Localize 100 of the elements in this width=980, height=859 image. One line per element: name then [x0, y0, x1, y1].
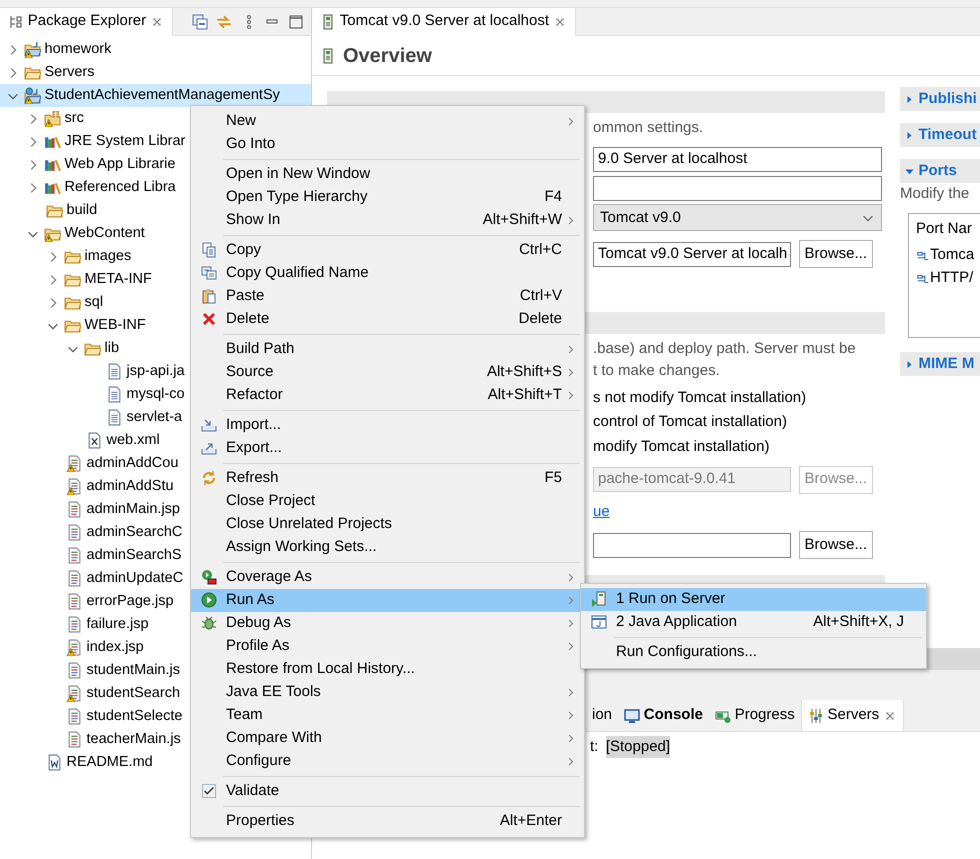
- menu-item[interactable]: Build Path: [191, 338, 584, 361]
- menu-item[interactable]: Copy Ctrl+C: [191, 238, 584, 262]
- menu-item[interactable]: Show In Alt+Shift+W: [191, 208, 584, 232]
- shortcut-label: Alt+Shift+S: [486, 362, 562, 382]
- input-field[interactable]: Tomcat v9.0 Server at localh: [593, 242, 791, 266]
- menu-item[interactable]: Profile As: [191, 634, 584, 658]
- menu-item[interactable]: Paste Ctrl+V: [191, 284, 584, 308]
- view-tab[interactable]: Package Explorer: [0, 8, 173, 36]
- menu-item[interactable]: Copy Qualified Name: [191, 262, 584, 285]
- link[interactable]: ue: [593, 501, 610, 524]
- jsp-file-icon: [66, 524, 83, 541]
- tree-item[interactable]: StudentAchievementManagementSy: [0, 84, 311, 107]
- menu-item[interactable]: Source Alt+Shift+S: [191, 360, 584, 384]
- browse-button[interactable]: Browse...: [798, 531, 874, 559]
- tree-item[interactable]: Servers: [0, 61, 311, 84]
- option-label: s not modify Tomcat installation): [593, 388, 806, 406]
- copy-icon: [200, 265, 216, 282]
- panel-tab[interactable]: Console: [618, 700, 709, 731]
- input-field[interactable]: [593, 532, 791, 558]
- menu-item[interactable]: Coverage As: [191, 566, 584, 589]
- menu-item[interactable]: Team: [191, 704, 584, 727]
- shortcut-label: Delete: [518, 309, 562, 329]
- project-folder-icon: [24, 41, 41, 58]
- shortcut-label: F5: [543, 468, 562, 488]
- menu-item[interactable]: Refactor Alt+Shift+T: [191, 384, 584, 407]
- shortcut-label: Ctrl+V: [518, 286, 562, 306]
- section-toggle[interactable]: Ports: [900, 159, 980, 183]
- menu-item[interactable]: Validate: [191, 780, 584, 803]
- menu-item[interactable]: New: [191, 110, 584, 133]
- refresh-icon: [200, 470, 216, 486]
- menu-item[interactable]: Refresh F5: [191, 466, 584, 490]
- input-field[interactable]: [593, 176, 882, 200]
- table-cell-text: HTTP/: [930, 268, 974, 288]
- file-icon: [106, 386, 123, 403]
- menu-item[interactable]: Run Configurations...: [581, 640, 926, 664]
- section-toggle[interactable]: Publishi: [900, 87, 980, 111]
- xml-file-icon: [86, 432, 103, 449]
- server-run-icon: [590, 591, 606, 608]
- shortcut-label: Alt+Shift+T: [486, 385, 562, 405]
- coverage-icon: [200, 569, 216, 586]
- option-label: modify Tomcat installation): [593, 438, 770, 454]
- jsp-file-icon: [66, 455, 83, 472]
- document-icon: [46, 754, 63, 771]
- collapse-all-icon[interactable]: [192, 14, 208, 30]
- monitor-icon: [624, 708, 640, 724]
- file-icon: [106, 363, 123, 380]
- copy-icon: [200, 242, 216, 258]
- panel-tab[interactable]: ion: [586, 700, 618, 731]
- browse-button[interactable]: Browse...: [798, 240, 874, 268]
- column-header: Port Nar: [916, 218, 973, 239]
- section-toggle[interactable]: Timeout: [900, 123, 980, 147]
- jsp-file-icon: [66, 593, 83, 610]
- package-folder-icon: [44, 110, 61, 127]
- menu-item[interactable]: Delete Delete: [191, 308, 584, 331]
- page-heading: Overview: [343, 44, 432, 68]
- menu-item[interactable]: Open in New Window: [191, 162, 584, 186]
- menu-item[interactable]: Close Unrelated Projects: [191, 512, 584, 536]
- menu-item[interactable]: 2 Java Application Alt+Shift+X, J: [581, 610, 926, 634]
- menu-item[interactable]: Open Type Hierarchy F4: [191, 186, 584, 209]
- menu-item[interactable]: Java EE Tools: [191, 680, 584, 704]
- jsp-file-icon: [66, 708, 83, 725]
- menu-item[interactable]: Configure: [191, 750, 584, 773]
- menu-item[interactable]: Export...: [191, 436, 584, 460]
- panel-tab[interactable]: Progress: [708, 700, 801, 731]
- window-icon: [590, 614, 606, 630]
- jsp-file-icon: [66, 685, 83, 702]
- section-toggle[interactable]: MIME M: [900, 352, 980, 376]
- check-icon: [202, 784, 216, 798]
- delete-icon: [200, 311, 216, 328]
- jsp-file-icon: [66, 616, 83, 633]
- bug-icon: [200, 615, 216, 632]
- maximize-icon[interactable]: [288, 14, 304, 30]
- menu-item[interactable]: Restore from Local History...: [191, 658, 584, 681]
- file-icon: [106, 409, 123, 426]
- dropdown[interactable]: Tomcat v9.0: [593, 204, 882, 232]
- jsp-file-icon: [66, 731, 83, 748]
- menu-item[interactable]: 1 Run on Server: [581, 588, 926, 611]
- menu-item[interactable]: Close Project: [191, 490, 584, 513]
- menu-item[interactable]: Go Into: [191, 132, 584, 156]
- jsp-file-icon: [66, 570, 83, 587]
- option-label: control of Tomcat installation): [593, 413, 787, 430]
- menu-item[interactable]: Import...: [191, 414, 584, 437]
- shortcut-label: Alt+Shift+W: [482, 210, 562, 230]
- panel-tab[interactable]: Servers: [800, 700, 904, 731]
- jsp-file-icon: [66, 639, 83, 656]
- input-field[interactable]: 9.0 Server at localhost: [593, 146, 882, 172]
- menu-item[interactable]: Assign Working Sets...: [191, 536, 584, 559]
- menu-item[interactable]: Compare With: [191, 726, 584, 750]
- package-explorer-icon: [8, 14, 24, 30]
- clipboard-icon: [200, 288, 216, 304]
- shortcut-label: Alt+Shift+X, J: [812, 612, 904, 632]
- shortcut-label: Alt+Enter: [498, 811, 562, 831]
- description-text: Modify the: [900, 184, 970, 204]
- description-text: .base) and deploy path. Server must be: [593, 340, 856, 357]
- tree-item[interactable]: homework: [0, 38, 311, 61]
- menu-item[interactable]: Debug As: [191, 612, 584, 635]
- menu-item[interactable]: Properties Alt+Enter: [191, 810, 584, 833]
- editor-tab[interactable]: Tomcat v9.0 Server at localhost: [312, 8, 576, 36]
- run-icon: [200, 592, 216, 608]
- jsp-file-icon: [66, 478, 83, 495]
